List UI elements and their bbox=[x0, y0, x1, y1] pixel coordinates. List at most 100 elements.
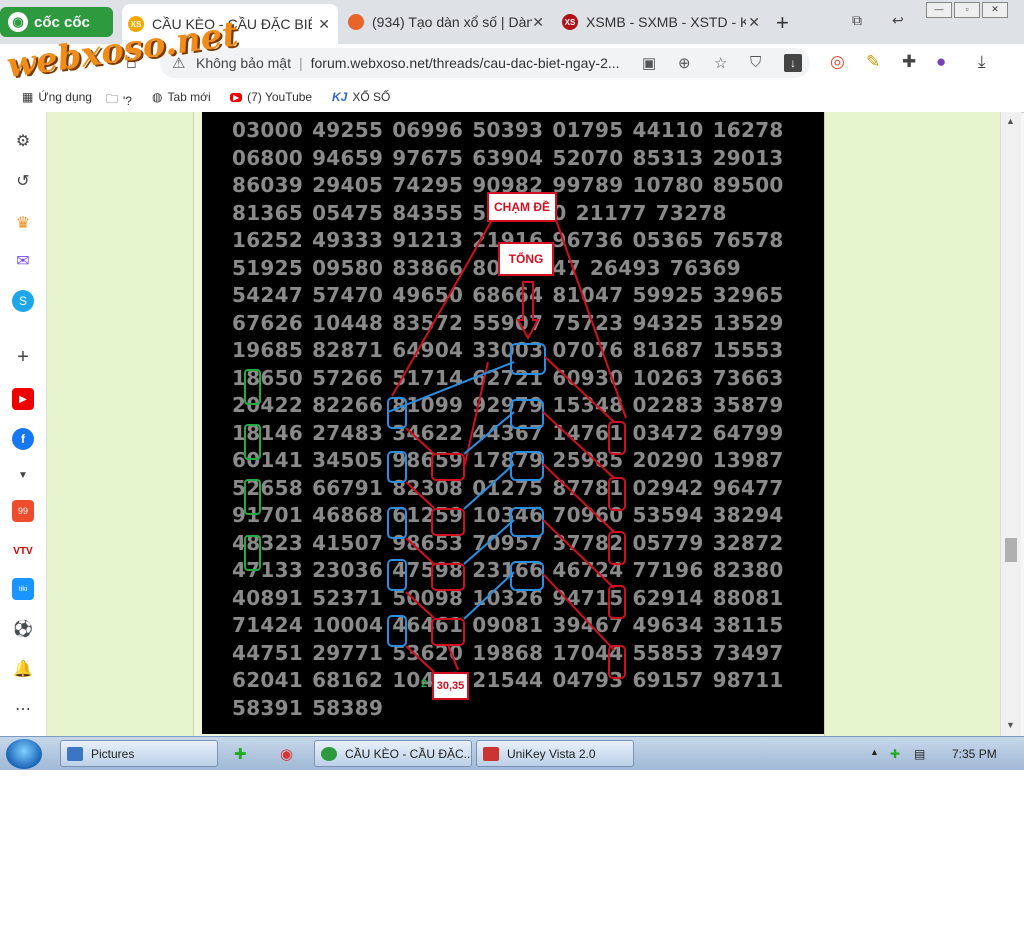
left-column bbox=[47, 112, 194, 736]
pencil-icon[interactable]: ✎ bbox=[866, 52, 880, 72]
red-box bbox=[431, 563, 465, 591]
crown-icon[interactable]: ♛ bbox=[12, 212, 34, 234]
blue-box bbox=[387, 615, 407, 647]
close-tab-icon[interactable]: ✕ bbox=[532, 14, 544, 31]
down-arrow-icon bbox=[516, 281, 540, 341]
red-box bbox=[431, 453, 465, 481]
settings-gear-icon[interactable]: ⚙ bbox=[12, 130, 34, 152]
close-tab-icon[interactable]: ✕ bbox=[748, 14, 760, 31]
tab-title: (934) Tạo dàn xổ số | Dàn bbox=[372, 14, 532, 30]
coccoc-icon bbox=[321, 746, 337, 761]
undo-close-icon[interactable]: ↩ bbox=[892, 12, 904, 29]
page-content: 03000 49255 06996 50393 01795 44110 16278 06800… bbox=[47, 112, 1015, 736]
new-tab-button[interactable]: + bbox=[776, 10, 789, 36]
facebook-icon[interactable]: f bbox=[12, 428, 34, 450]
scroll-up-icon[interactable]: ▲ bbox=[1006, 116, 1015, 126]
red-box bbox=[431, 508, 465, 536]
tab-search-icon[interactable]: ⧉ bbox=[852, 12, 862, 29]
profile-avatar-icon[interactable]: ● bbox=[936, 52, 946, 72]
clock[interactable]: 7:35 PM bbox=[952, 747, 997, 761]
more-dots-icon[interactable]: ⋯ bbox=[12, 698, 34, 720]
unikey-icon bbox=[483, 746, 499, 761]
zoom-icon[interactable]: ⊕ bbox=[678, 54, 691, 72]
unikey-tray-icon[interactable]: ✚ bbox=[890, 747, 900, 761]
bookmark-label: (7) YouTube bbox=[247, 90, 313, 104]
bookmark-apps[interactable]: ▦ Ứng dụng bbox=[22, 90, 92, 104]
history-icon[interactable]: ↺ bbox=[12, 170, 34, 192]
tab-tao-dan[interactable]: (934) Tạo dàn xổ số | Dàn ✕ bbox=[342, 4, 552, 40]
network-icon[interactable]: ▤ bbox=[914, 747, 925, 761]
folder-icon: 🗀 bbox=[106, 92, 119, 106]
taskbar-pictures[interactable]: Pictures bbox=[60, 740, 218, 767]
green-box bbox=[244, 424, 261, 460]
taskbar-browser[interactable]: CẦU KÈO - CẦU ĐẶC... bbox=[314, 740, 472, 767]
tiki-icon[interactable]: tiki bbox=[12, 578, 34, 600]
kj-icon: KJ bbox=[332, 90, 348, 104]
red-box bbox=[608, 531, 626, 565]
red-box bbox=[431, 618, 465, 646]
taskbar-unikey[interactable]: UniKey Vista 2.0 bbox=[476, 740, 634, 767]
bookmark-youtube[interactable]: ▶ (7) YouTube bbox=[230, 90, 312, 104]
windows-start-icon[interactable] bbox=[6, 739, 42, 769]
cham-de-label: CHẠM ĐỀ bbox=[487, 192, 557, 222]
shopee-icon[interactable]: 99 bbox=[12, 500, 34, 522]
star-icon[interactable]: ☆ bbox=[714, 54, 727, 72]
coccoc-extension-icon[interactable]: ◎ bbox=[830, 52, 845, 72]
result-label: 30,35 bbox=[432, 672, 469, 700]
bookmark-label: XỔ SỐ bbox=[352, 90, 391, 104]
download-page-icon[interactable]: ↓ bbox=[784, 54, 802, 72]
notification-bell-icon[interactable]: 🔔 bbox=[12, 658, 34, 680]
chevron-down-icon[interactable]: ▼ bbox=[12, 464, 34, 486]
scroll-down-icon[interactable]: ▼ bbox=[1006, 720, 1015, 730]
window-controls: — ▫ ✕ bbox=[924, 2, 1008, 18]
firefox-like-icon bbox=[348, 14, 364, 30]
puzzle-icon[interactable]: ✚ bbox=[902, 52, 916, 72]
minimize-button[interactable]: — bbox=[926, 2, 952, 18]
windows-taskbar: Pictures ✚ ◉ CẦU KÈO - CẦU ĐẶC... UniKey… bbox=[0, 736, 1024, 770]
bookmark-label: '? bbox=[123, 93, 132, 108]
bookmark-xoso[interactable]: KJ XỔ SỐ bbox=[332, 90, 390, 104]
tray-chevron-up-icon[interactable]: ▲ bbox=[870, 747, 879, 757]
downloads-icon[interactable]: ⤓ bbox=[978, 52, 986, 72]
maximize-button[interactable]: ▫ bbox=[954, 2, 980, 18]
address-separator: | bbox=[298, 55, 303, 71]
tab-xsmb[interactable]: XS XSMB - SXMB - XSTD - K ✕ bbox=[556, 4, 768, 40]
blue-box bbox=[387, 397, 407, 429]
blue-box bbox=[387, 559, 407, 591]
shield-icon[interactable]: ⛉ bbox=[750, 54, 761, 71]
messenger-icon[interactable]: ✉ bbox=[12, 250, 34, 272]
unikey-tray-icon[interactable]: ✚ bbox=[234, 745, 247, 763]
taskbar-label: UniKey Vista 2.0 bbox=[507, 746, 596, 761]
address-bar[interactable]: ⚠ Không bảo mật | forum.webxoso.net/thre… bbox=[160, 48, 810, 78]
taskbar-label: CẦU KÈO - CẦU ĐẶC... bbox=[345, 746, 472, 761]
coccoc-logo-icon: ◉ bbox=[8, 12, 28, 32]
right-column bbox=[824, 112, 1015, 736]
chrome-icon[interactable]: ◉ bbox=[280, 745, 293, 763]
skype-icon[interactable]: S bbox=[12, 290, 34, 312]
apps-grid-icon: ▦ bbox=[22, 90, 34, 104]
scrollbar-thumb[interactable] bbox=[1005, 538, 1017, 562]
vtv-icon[interactable]: VTV bbox=[12, 540, 34, 562]
green-box bbox=[244, 535, 261, 571]
blue-box bbox=[510, 507, 544, 537]
bookmark-new-tab[interactable]: ◍ Tab mới bbox=[152, 90, 211, 104]
bookmark-label: Tab mới bbox=[167, 90, 211, 104]
blue-box bbox=[387, 451, 407, 483]
youtube-sidebar-icon[interactable]: ▶ bbox=[12, 388, 34, 410]
taskbar-label: Pictures bbox=[91, 746, 135, 761]
blue-box bbox=[510, 561, 544, 591]
red-box bbox=[608, 477, 626, 511]
football-icon[interactable]: ⚽ bbox=[12, 618, 34, 640]
xs-red-icon: XS bbox=[562, 14, 578, 30]
blue-box bbox=[510, 451, 544, 481]
close-window-button[interactable]: ✕ bbox=[982, 2, 1008, 18]
close-tab-icon[interactable]: ✕ bbox=[318, 16, 330, 33]
add-icon[interactable]: + bbox=[12, 346, 34, 368]
result-prefix: 2 bbox=[421, 678, 428, 690]
bookmark-folder[interactable]: 🗀 '? bbox=[106, 90, 132, 111]
url-text[interactable]: forum.webxoso.net/threads/cau-dac-biet-n… bbox=[311, 55, 620, 71]
green-box bbox=[244, 479, 261, 515]
vertical-scrollbar[interactable]: ▲ ▼ bbox=[1000, 112, 1021, 736]
blue-box bbox=[387, 507, 407, 539]
screenshot-icon[interactable]: ▣ bbox=[642, 54, 656, 72]
